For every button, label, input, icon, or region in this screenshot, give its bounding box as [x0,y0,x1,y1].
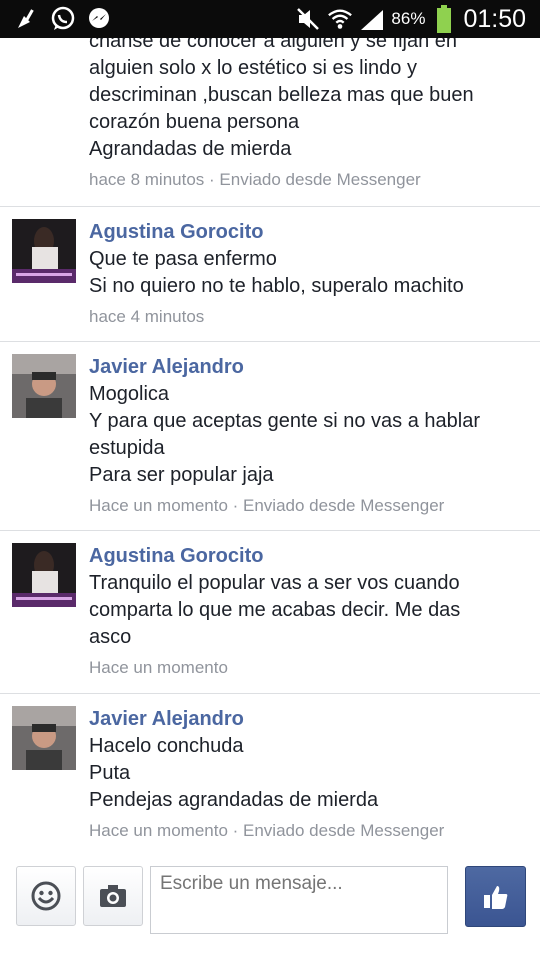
whatsapp-icon [50,6,76,32]
message-item: chanse de conocer a alguien y se fijan e… [0,38,540,207]
wifi-icon [327,6,353,32]
smiley-icon [31,881,61,911]
emoji-button[interactable] [16,866,76,926]
clean-master-icon [14,6,40,32]
message-item: Agustina Gorocito Tranquilo el popular v… [0,531,540,694]
signal-icon [359,6,385,32]
message-item: Javier Alejandro Hacelo conchuda Puta Pe… [0,694,540,856]
message-body: chanse de conocer a alguien y se fijan e… [89,38,540,191]
status-bar: 86% 01:50 [0,0,540,38]
message-text-line: Hacelo conchuda [89,735,244,757]
status-bar-notifications [0,6,112,32]
message-body: Agustina Gorocito Que te pasa enfermo Si… [89,207,540,328]
avatar-agustina[interactable] [12,219,76,283]
message-input[interactable] [150,866,448,934]
message-text-line: Mogolica [89,383,170,405]
message-text-line: Pendejas agrandadas de mierda [89,789,379,811]
message-text-line: asco [89,626,132,648]
message-author[interactable]: Agustina Gorocito [89,543,528,570]
message-text-line: estupida [89,437,165,459]
message-meta: Hace un momento [89,658,228,677]
facebook-messenger-icon [86,6,112,32]
message-author[interactable]: Javier Alejandro [89,706,528,733]
message-thread[interactable]: chanse de conocer a alguien y se fijan e… [0,38,540,856]
message-author[interactable]: Agustina Gorocito [89,219,528,246]
message-text-line: corazón buena persona [89,111,300,133]
message-text-line: Que te pasa enfermo [89,248,277,270]
message-text-line: alguien solo x lo estético si es lindo y [89,57,417,79]
avatar-javier[interactable] [12,706,76,770]
message-text-line: comparta lo que me acabas decir. Me das [89,599,461,621]
message-composer [0,856,540,960]
message-body: Javier Alejandro Mogolica Y para que ace… [89,342,540,517]
message-text-line: Puta [89,762,131,784]
message-text-line: Agrandadas de mierda [89,138,292,160]
message-meta: hace 4 minutos [89,307,205,326]
avatar-javier[interactable] [12,354,76,418]
camera-button[interactable] [83,866,143,926]
battery-icon [431,5,457,33]
message-text-line: Para ser popular jaja [89,464,274,486]
message-text-line: Y para que aceptas gente si no vas a hab… [89,410,481,432]
thumbs-up-icon [483,885,507,909]
message-text-line: chanse de conocer a alguien y se fijan e… [89,38,458,52]
message-text-line: descriminan ,buscan belleza mas que buen [89,84,474,106]
battery-percent: 86% [391,9,426,28]
camera-icon [100,885,126,907]
mute-icon [295,6,321,32]
message-body: Javier Alejandro Hacelo conchuda Puta Pe… [89,694,540,842]
clock: 01:50 [463,4,526,33]
message-author[interactable]: Javier Alejandro [89,354,528,381]
message-item: Agustina Gorocito Que te pasa enfermo Si… [0,207,540,342]
avatar-agustina[interactable] [12,543,76,607]
message-item: Javier Alejandro Mogolica Y para que ace… [0,342,540,531]
message-meta: Hace un momento · Enviado desde Messenge… [89,821,445,840]
message-text-line: Tranquilo el popular vas a ser vos cuand… [89,572,460,594]
message-meta: hace 8 minutos · Enviado desde Messenger [89,170,421,189]
message-body: Agustina Gorocito Tranquilo el popular v… [89,531,540,679]
like-button[interactable] [465,866,526,927]
message-text-line: Si no quiero no te hablo, superalo machi… [89,275,464,297]
status-bar-system: 86% 01:50 [295,5,540,34]
message-meta: Hace un momento · Enviado desde Messenge… [89,496,445,515]
